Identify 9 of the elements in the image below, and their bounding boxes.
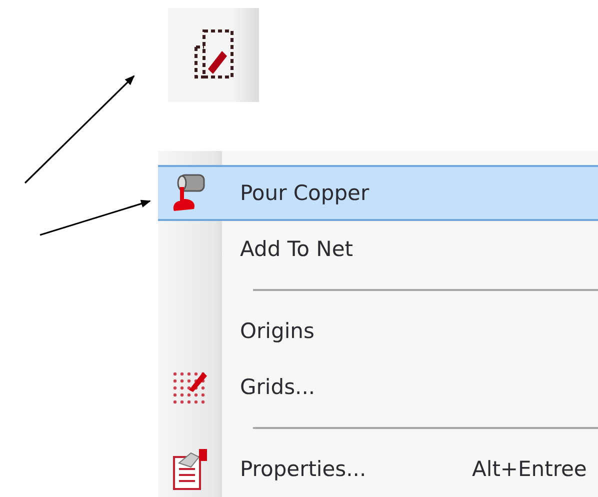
paint-bucket-icon [172, 173, 208, 213]
dashed-page-pencil-icon [194, 29, 234, 81]
shortcut-label: Alt+Entree [471, 457, 587, 481]
menu-item[interactable]: Origins [158, 303, 598, 359]
menu-item[interactable]: Grids... [158, 359, 598, 415]
toolbar-button[interactable] [168, 8, 259, 102]
menu-item[interactable]: Add To Net [158, 221, 598, 277]
menu-item[interactable]: Pour Copper [158, 165, 598, 221]
menu-item[interactable]: Properties... Alt+Entree [158, 441, 598, 497]
